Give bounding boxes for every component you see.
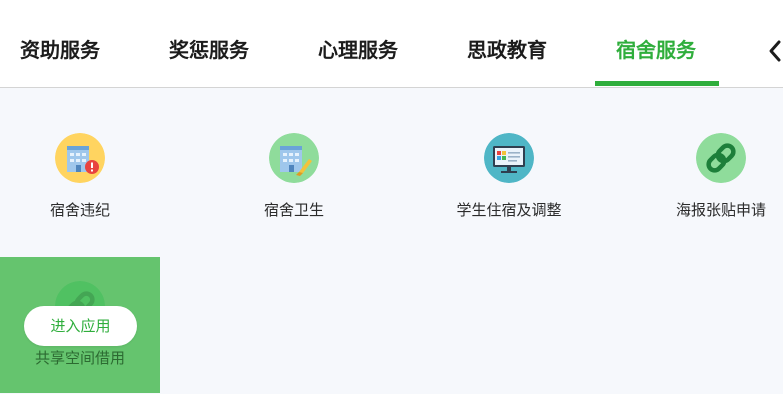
app-label: 宿舍卫生: [263, 201, 324, 219]
app-grid: 宿舍违纪 宿舍卫生 学生住宿及调整 海报张贴申请 共享空间借用 进入应用: [0, 88, 783, 394]
link-icon: [696, 133, 746, 183]
dorm-hygiene-icon: [269, 133, 319, 183]
app-dorm-hygiene[interactable]: 宿舍卫生: [214, 88, 374, 224]
dorm-violation-icon: [55, 133, 105, 183]
enter-app-button[interactable]: 进入应用: [24, 306, 137, 346]
tab-bar: 资助服务 奖惩服务 心理服务 思政教育 宿舍服务: [0, 0, 783, 88]
app-poster-application[interactable]: 海报张贴申请: [641, 88, 783, 224]
active-tab-indicator: [595, 81, 719, 86]
tab-dormitory[interactable]: 宿舍服务: [616, 34, 696, 66]
app-label: 共享空间借用: [34, 349, 125, 367]
app-label: 海报张贴申请: [675, 201, 766, 219]
app-accommodation-adjustment[interactable]: 学生住宿及调整: [429, 88, 589, 224]
app-label: 宿舍违纪: [49, 201, 110, 219]
chevron-left-icon[interactable]: [765, 38, 783, 64]
app-dorm-violation[interactable]: 宿舍违纪: [0, 88, 160, 224]
tab-rewards-penalties[interactable]: 奖惩服务: [169, 34, 249, 66]
tab-psychological[interactable]: 心理服务: [318, 34, 398, 66]
app-label: 学生住宿及调整: [456, 201, 562, 219]
accommodation-monitor-icon: [484, 133, 534, 183]
tab-ideological-education[interactable]: 思政教育: [467, 34, 547, 66]
tab-financial-aid[interactable]: 资助服务: [20, 34, 100, 66]
